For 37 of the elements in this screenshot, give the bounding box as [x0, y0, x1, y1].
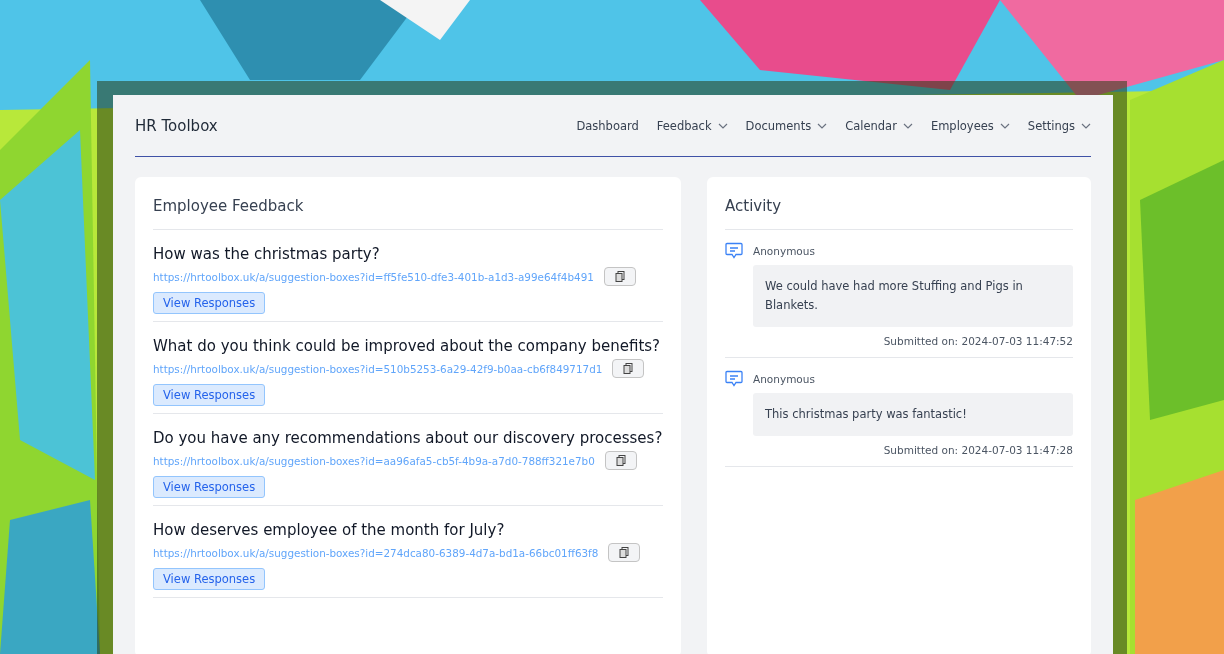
submitted-time: Submitted on: 2024-07-03 11:47:52 [882, 335, 1073, 347]
view-responses-button[interactable]: View Responses [153, 292, 266, 314]
link[interactable]: https://hrtoolbox.uk/a/suggestion-boxes?id=ff5fe510-dfe3-401b-a1d3-a99e64f4b491 [153, 270, 594, 283]
question-text: Do you have any recommendations about our discovery processes? [153, 428, 663, 449]
author-name: Anonymous [753, 244, 815, 257]
app-title: HR Toolbox [135, 116, 218, 135]
link[interactable]: https://hrtoolbox.uk/a/suggestion-boxes?id=aa96afa5-cb5f-4b9a-a7d0-788ff321e7b0 [153, 454, 595, 467]
author-name: Anonymous [753, 372, 815, 385]
nav-item[interactable]: Employees [930, 118, 1010, 133]
message-bubble: This christmas party was fantastic! [753, 393, 1073, 436]
copy-button[interactable] [603, 267, 636, 286]
card-title: Activity [725, 177, 1073, 230]
chat-bubble-icon [725, 370, 743, 387]
nav-item[interactable]: Dashboard [576, 118, 639, 133]
nav-item[interactable]: Feedback [656, 118, 728, 133]
view-responses-button[interactable]: View Responses [153, 476, 266, 498]
submitted-time: Submitted on: 2024-07-03 11:47:28 [882, 444, 1073, 456]
card-title: Employee Feedback [153, 177, 663, 230]
chat-bubble-icon [725, 242, 743, 259]
copy-button[interactable] [604, 451, 637, 470]
nav-item[interactable]: Settings [1027, 118, 1091, 133]
question-text: How deserves employee of the month for July? [153, 520, 506, 541]
copy-button[interactable] [608, 543, 641, 562]
link[interactable]: https://hrtoolbox.uk/a/suggestion-boxes?id=510b5253-6a29-42f9-b0aa-cb6f849717d1 [153, 362, 603, 375]
message-bubble: We could have had more Stuffing and Pigs in Blankets. [753, 265, 1073, 327]
nav-item[interactable]: Documents [745, 118, 828, 133]
question-text: What do you think could be improved about the company benefits? [153, 336, 662, 357]
clipboard-icon [619, 547, 630, 558]
question-text: How was the christmas party? [153, 244, 381, 265]
view-responses-button[interactable]: View Responses [153, 568, 266, 590]
nav-item[interactable]: Calendar [845, 118, 913, 133]
copy-button[interactable] [612, 359, 645, 378]
clipboard-icon [614, 271, 625, 282]
link[interactable]: https://hrtoolbox.uk/a/suggestion-boxes?id=274dca80-6389-4d7a-bd1a-66bc01ff63f8 [153, 546, 599, 559]
clipboard-icon [623, 363, 634, 374]
view-responses-button[interactable]: View Responses [153, 384, 266, 406]
clipboard-icon [615, 455, 626, 466]
